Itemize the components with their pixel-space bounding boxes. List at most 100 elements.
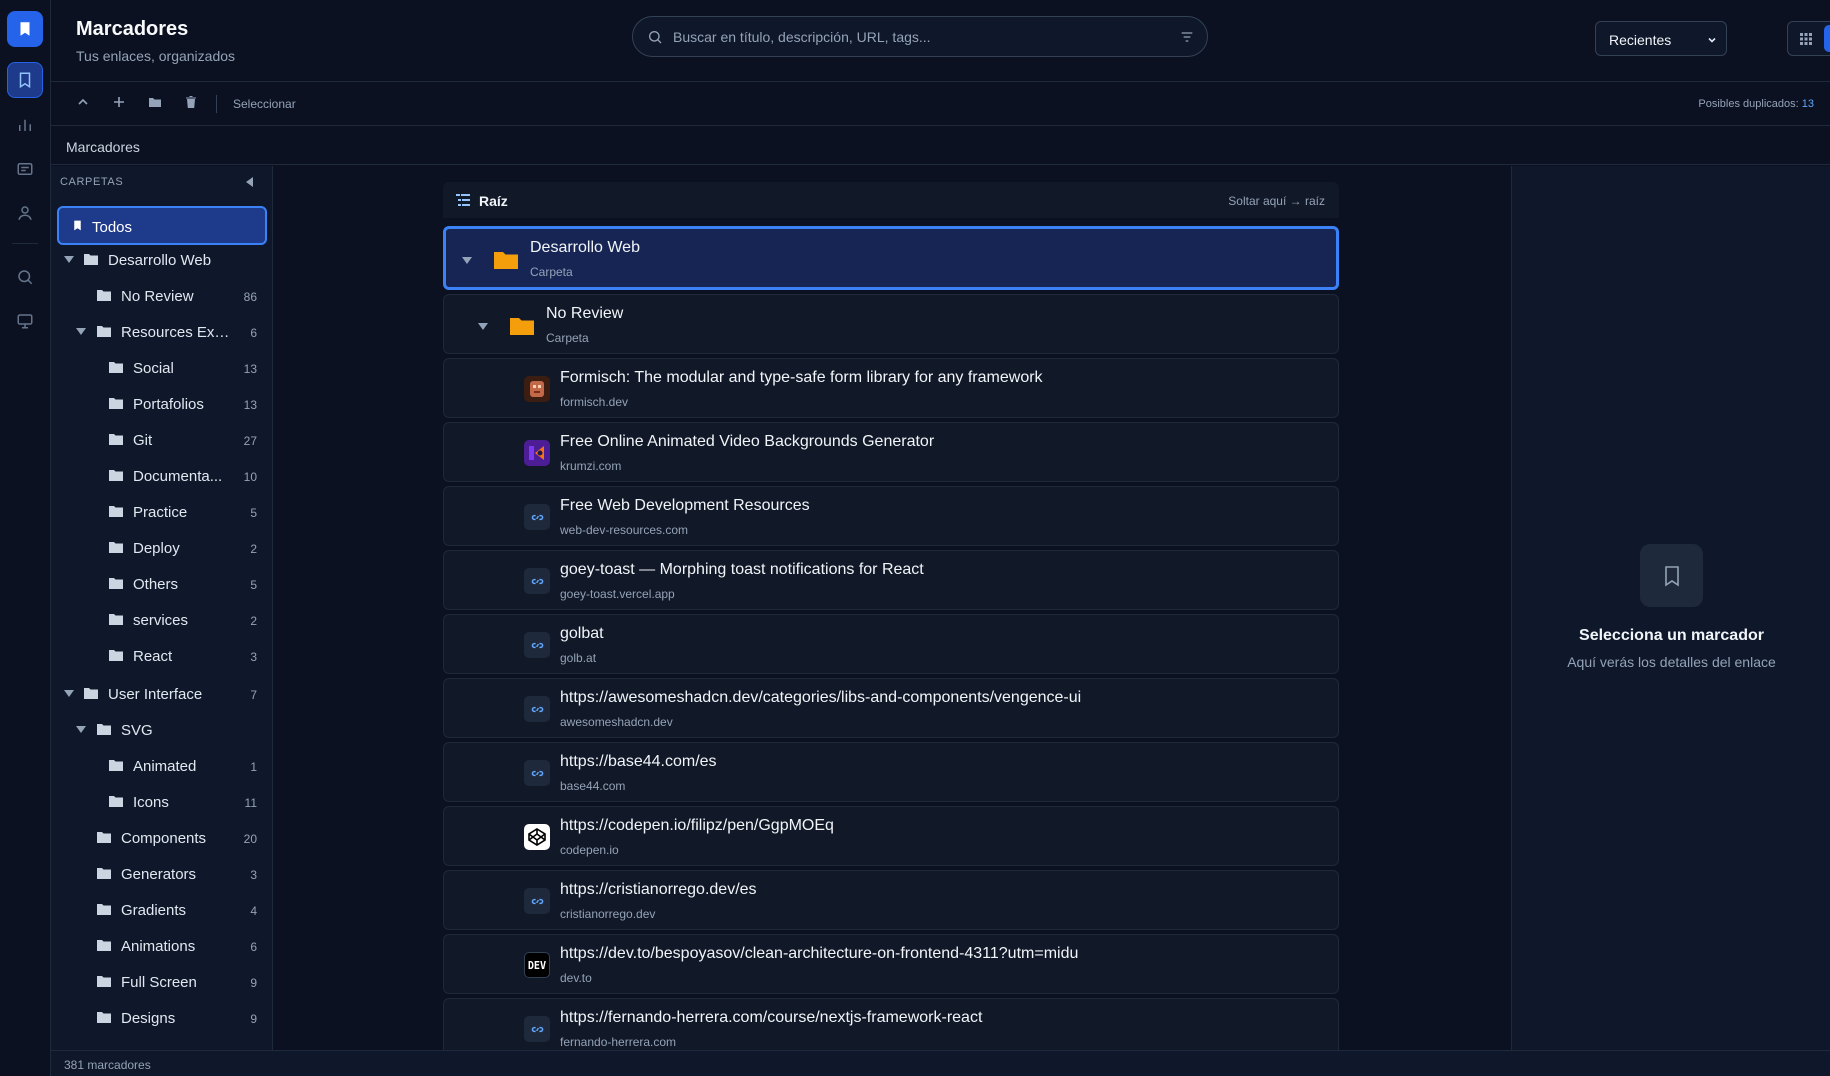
bookmark-count: 381 marcadores [64,1058,151,1072]
folder-icon [97,724,111,735]
search-bar[interactable] [632,16,1208,57]
item-subtitle: Carpeta [546,331,589,345]
bookmark-placeholder-icon [1640,544,1703,607]
caret-down-icon[interactable] [63,687,75,699]
sidebar-folder-count: 4 [250,904,257,918]
sidebar-heading: CARPETAS [60,176,124,188]
grid-icon [1799,32,1812,45]
search-input[interactable] [673,17,1153,56]
sidebar-folder-svg[interactable]: SVG [51,712,272,748]
sidebar-folder-git[interactable]: Git 27 [51,422,272,458]
collapse-all-button[interactable] [76,95,94,113]
sidebar-folder-full-screen[interactable]: Full Screen 9 [51,964,272,1000]
item-title: golbat [560,625,604,642]
sidebar-folder-social[interactable]: Social 13 [51,350,272,386]
sidebar-folder-deploy[interactable]: Deploy 2 [51,530,272,566]
link-icon [524,568,550,594]
item-subtitle: base44.com [560,779,626,793]
link-icon [524,504,550,530]
detail-panel: Selecciona un marcador Aquí verás los de… [1511,166,1830,1050]
folder-icon [84,688,98,699]
sidebar-folder-gradients[interactable]: Gradients 4 [51,892,272,928]
caret-down-icon[interactable] [461,254,473,266]
nav-reader-icon[interactable] [7,151,43,187]
root-drop-zone[interactable]: Raíz Soltar aquí → raíz [443,182,1339,218]
toolbar: Seleccionar Posibles duplicados: 13 [51,83,1830,126]
caret-down-icon[interactable] [75,723,87,735]
tree-folder-desarrollo-web[interactable]: Desarrollo Web Carpeta [443,226,1339,290]
sidebar-folder-count: 27 [243,434,257,448]
krumzi-favicon [524,440,550,466]
view-mode-toggle [1787,21,1830,56]
caret-down-icon[interactable] [75,325,87,337]
bookmark-item[interactable]: Free Web Development Resources web-dev-r… [443,486,1339,546]
sidebar-folder-count: 3 [250,650,257,664]
caret-down-icon[interactable] [477,320,489,332]
sidebar-folder-react[interactable]: React 3 [51,638,272,674]
sidebar-folder-no-review[interactable]: No Review 86 [51,278,272,314]
delete-button[interactable] [184,95,202,113]
tree-folder-no-review[interactable]: No Review Carpeta [443,294,1339,354]
sidebar-folder-others[interactable]: Others 5 [51,566,272,602]
nav-user-icon[interactable] [7,195,43,231]
sidebar-folder-label: Animated [133,758,197,775]
list-tree-icon [456,194,470,206]
sidebar-folder-components[interactable]: Components 20 [51,820,272,856]
collapse-sidebar-icon[interactable] [244,176,256,188]
toolbar-divider [216,95,217,113]
link-icon [524,888,550,914]
item-subtitle: Carpeta [530,265,573,279]
bookmark-item[interactable]: https://codepen.io/filipz/pen/GgpMOEq co… [443,806,1339,866]
caret-down-icon[interactable] [63,253,75,265]
duplicates-indicator[interactable]: Posibles duplicados: 13 [1698,98,1814,110]
sidebar-item-todos[interactable]: Todos [57,206,267,245]
nav-bookmarks-icon[interactable] [7,62,43,98]
item-subtitle: fernando-herrera.com [560,1035,677,1049]
codepen-favicon [524,824,550,850]
bookmark-item[interactable]: https://cristianorrego.dev/es cristianor… [443,870,1339,930]
sidebar-folder-label: Designs [121,1010,176,1027]
sidebar-folder-documentation[interactable]: Documenta... 10 [51,458,272,494]
bookmark-item[interactable]: DEV https://dev.to/bespoyasov/clean-arch… [443,934,1339,994]
nav-monitor-icon[interactable] [7,303,43,339]
bookmark-item[interactable]: https://fernando-herrera.com/course/next… [443,998,1339,1050]
app-logo-bookmark-icon[interactable] [7,11,43,47]
filter-icon[interactable] [1179,29,1195,45]
folder-icon [109,650,123,661]
folder-icon [494,252,518,269]
sidebar-folder-animated[interactable]: Animated 1 [51,748,272,784]
sidebar-folder-portafolios[interactable]: Portafolios 13 [51,386,272,422]
nav-stats-icon[interactable] [7,107,43,143]
sidebar-folder-count: 9 [250,1012,257,1026]
detail-empty-subtitle: Aquí verás los detalles del enlace [1567,654,1776,670]
new-folder-button[interactable] [148,95,166,113]
folder-icon [510,318,534,335]
sidebar-folder-services[interactable]: services 2 [51,602,272,638]
sidebar-folder-generators[interactable]: Generators 3 [51,856,272,892]
sidebar-folder-animations[interactable]: Animations 6 [51,928,272,964]
sidebar-folder-user-interface[interactable]: User Interface 7 [51,676,272,712]
sidebar-folder-label: Deploy [133,540,180,557]
folder-icon [109,614,123,625]
tree-view-button[interactable] [1824,25,1830,52]
plus-icon [114,97,124,107]
bookmark-item[interactable]: https://awesomeshadcn.dev/categories/lib… [443,678,1339,738]
sort-select[interactable]: Recientes [1595,21,1727,56]
bookmark-item[interactable]: Formisch: The modular and type-safe form… [443,358,1339,418]
bookmark-item[interactable]: golbat golb.at [443,614,1339,674]
grid-view-button[interactable] [1791,25,1820,52]
select-button[interactable]: Seleccionar [233,97,296,111]
bookmark-item[interactable]: https://base44.com/es base44.com [443,742,1339,802]
sidebar-folder-count: 7 [250,688,257,702]
page-header: Marcadores Tus enlaces, organizados Reci… [51,0,1830,82]
nav-search-icon[interactable] [7,259,43,295]
add-bookmark-button[interactable] [112,95,130,113]
breadcrumb-item[interactable]: Marcadores [66,139,140,155]
sidebar-folder-designs[interactable]: Designs 9 [51,1000,272,1036]
sidebar-folder-resources-extra[interactable]: Resources Extra 6 [51,314,272,350]
sidebar-folder-practice[interactable]: Practice 5 [51,494,272,530]
sidebar-folder-desarrollo-web[interactable]: Desarrollo Web [51,242,272,278]
bookmark-item[interactable]: goey-toast — Morphing toast notification… [443,550,1339,610]
sidebar-folder-icons[interactable]: Icons 11 [51,784,272,820]
bookmark-item[interactable]: Free Online Animated Video Backgrounds G… [443,422,1339,482]
